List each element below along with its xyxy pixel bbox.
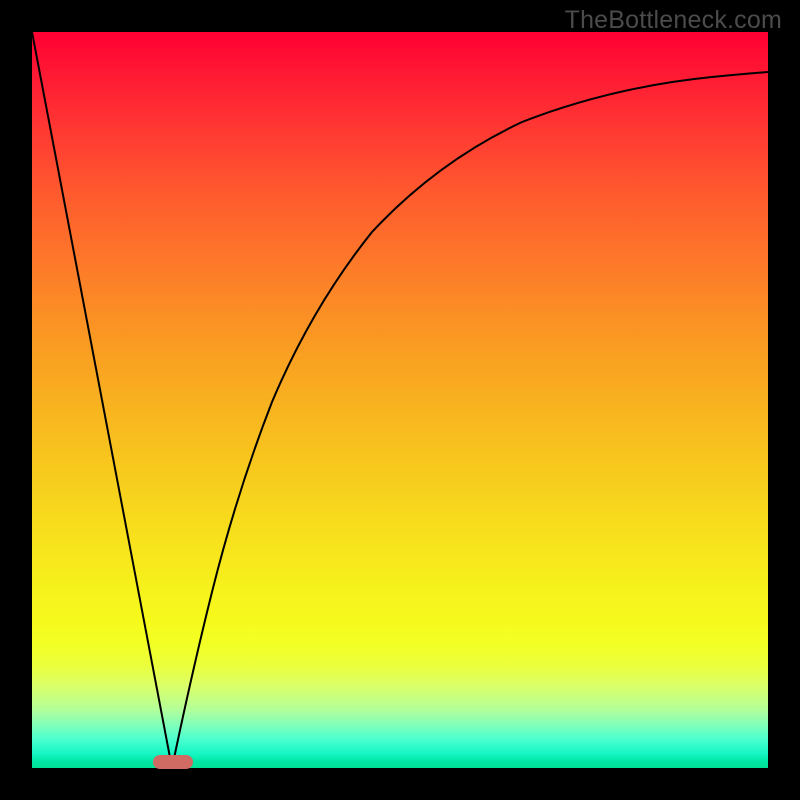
curve-left-leg bbox=[32, 32, 172, 768]
plot-area bbox=[32, 32, 768, 768]
min-marker bbox=[153, 755, 193, 769]
watermark-text: TheBottleneck.com bbox=[565, 6, 782, 35]
curve-svg bbox=[32, 32, 768, 768]
curve-right bbox=[172, 72, 768, 768]
chart-frame: TheBottleneck.com bbox=[0, 0, 800, 800]
